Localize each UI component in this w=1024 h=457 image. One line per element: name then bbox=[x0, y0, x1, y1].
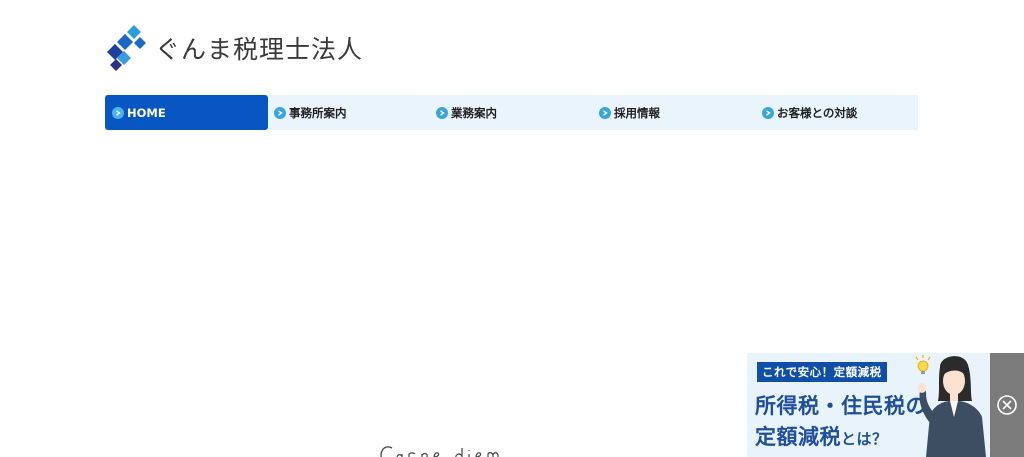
ad-badge: これで安心！定額減税 bbox=[757, 362, 887, 382]
nav-item-office[interactable]: 事務所案内 bbox=[268, 95, 431, 130]
nav-item-services[interactable]: 業務案内 bbox=[431, 95, 594, 130]
ad-headline-line2: 定額減税とは？ bbox=[755, 421, 888, 451]
nav-item-label: お客様との対談 bbox=[777, 105, 858, 120]
ad-headline-line1: 所得税・住民税の bbox=[755, 394, 927, 418]
nav-item-label: HOME bbox=[127, 105, 166, 120]
nav-item-label: 業務案内 bbox=[451, 105, 497, 120]
chevron-right-icon bbox=[274, 106, 286, 119]
chevron-right-icon bbox=[112, 106, 124, 119]
nav-item-label: 採用情報 bbox=[614, 105, 660, 120]
ad-headline-suffix: とは？ bbox=[841, 430, 888, 448]
ad-headline-main: 定額減税 bbox=[755, 425, 841, 449]
fixed-tax-banner[interactable]: これで安心！定額減税 所得税・住民税の 定額減税とは？ bbox=[747, 353, 990, 457]
nav-item-label: 事務所案内 bbox=[289, 105, 347, 120]
banner-close-button[interactable] bbox=[990, 353, 1024, 457]
chevron-right-icon bbox=[436, 106, 448, 119]
chevron-right-icon bbox=[762, 106, 774, 119]
close-circle-icon bbox=[997, 395, 1017, 415]
chevron-right-icon bbox=[599, 106, 611, 119]
hero-handwriting bbox=[378, 440, 528, 457]
businesswoman-illustration-icon bbox=[915, 355, 986, 457]
logo-mark-icon bbox=[107, 25, 146, 71]
main-nav: HOME 事務所案内 業務案内 採用情報 お客様との対談 bbox=[105, 95, 918, 130]
handwriting-image bbox=[380, 446, 499, 457]
nav-item-interview[interactable]: お客様との対談 bbox=[757, 95, 918, 130]
nav-item-recruit[interactable]: 採用情報 bbox=[594, 95, 757, 130]
site-name: ぐんま税理士法人 bbox=[155, 35, 364, 64]
nav-item-home[interactable]: HOME bbox=[105, 95, 268, 130]
site-logo[interactable]: ぐんま税理士法人 bbox=[105, 23, 363, 73]
